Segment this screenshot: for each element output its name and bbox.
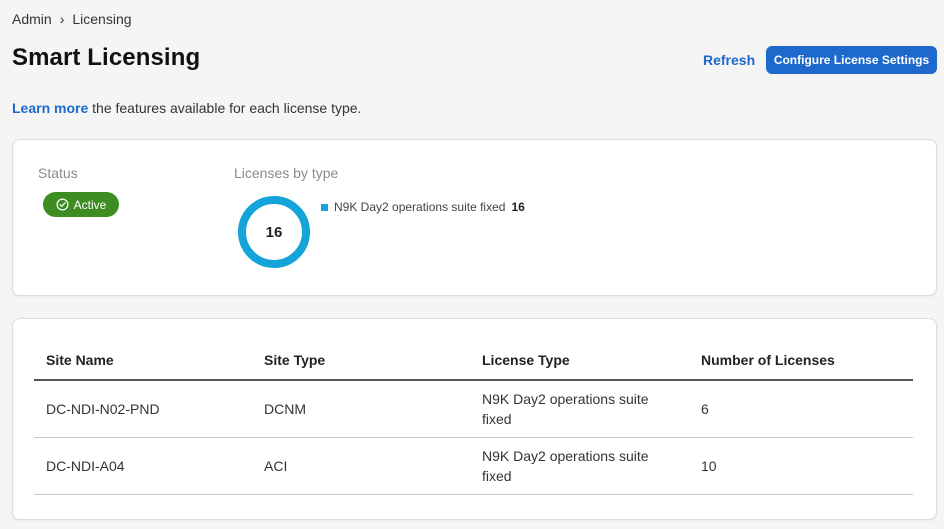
cell-license-type: N9K Day2 operations suite fixed [470,380,689,438]
status-badge-label: Active [73,197,107,212]
licenses-table: Site Name Site Type License Type Number … [34,340,913,495]
status-badge: Active [43,192,119,217]
column-header-site-name[interactable]: Site Name [34,340,252,381]
cell-license-type: N9K Day2 operations suite fixed [470,437,689,495]
check-circle-icon [56,198,69,211]
learn-more-suffix: the features available for each license … [88,100,362,116]
breadcrumb: Admin › Licensing [12,11,132,27]
breadcrumb-chevron-icon: › [59,11,65,27]
breadcrumb-admin[interactable]: Admin [12,11,52,27]
donut-legend: N9K Day2 operations suite fixed 16 [321,200,525,214]
cell-site-name: DC-NDI-N02-PND [34,380,252,438]
cell-site-name: DC-NDI-A04 [34,437,252,495]
page-title: Smart Licensing [12,44,201,71]
cell-number-of-licenses: 6 [689,380,913,438]
licenses-by-type-label: Licenses by type [234,165,339,181]
column-header-license-type[interactable]: License Type [470,340,689,381]
cell-site-type: ACI [252,437,470,495]
learn-more-text: Learn more the features available for ea… [12,100,361,116]
column-header-number-of-licenses[interactable]: Number of Licenses [689,340,913,381]
cell-number-of-licenses: 10 [689,437,913,495]
table-header-row: Site Name Site Type License Type Number … [34,340,913,381]
refresh-button[interactable]: Refresh [703,52,755,68]
legend-label: N9K Day2 operations suite fixed [334,200,506,214]
legend-swatch [321,203,328,211]
legend-count: 16 [511,200,525,214]
donut-total: 16 [265,223,283,241]
table-row[interactable]: DC-NDI-A04 ACI N9K Day2 operations suite… [34,437,913,495]
breadcrumb-current: Licensing [72,11,132,27]
cell-site-type: DCNM [252,380,470,438]
table-row[interactable]: DC-NDI-N02-PND DCNM N9K Day2 operations … [34,380,913,438]
configure-license-settings-button[interactable]: Configure License Settings [766,46,937,74]
licenses-table-card: Site Name Site Type License Type Number … [12,318,937,520]
learn-more-link[interactable]: Learn more [12,100,88,116]
column-header-site-type[interactable]: Site Type [252,340,470,381]
status-card: Status Active Licenses by type 16 N9K Da… [12,139,937,296]
status-label: Status [38,165,78,181]
